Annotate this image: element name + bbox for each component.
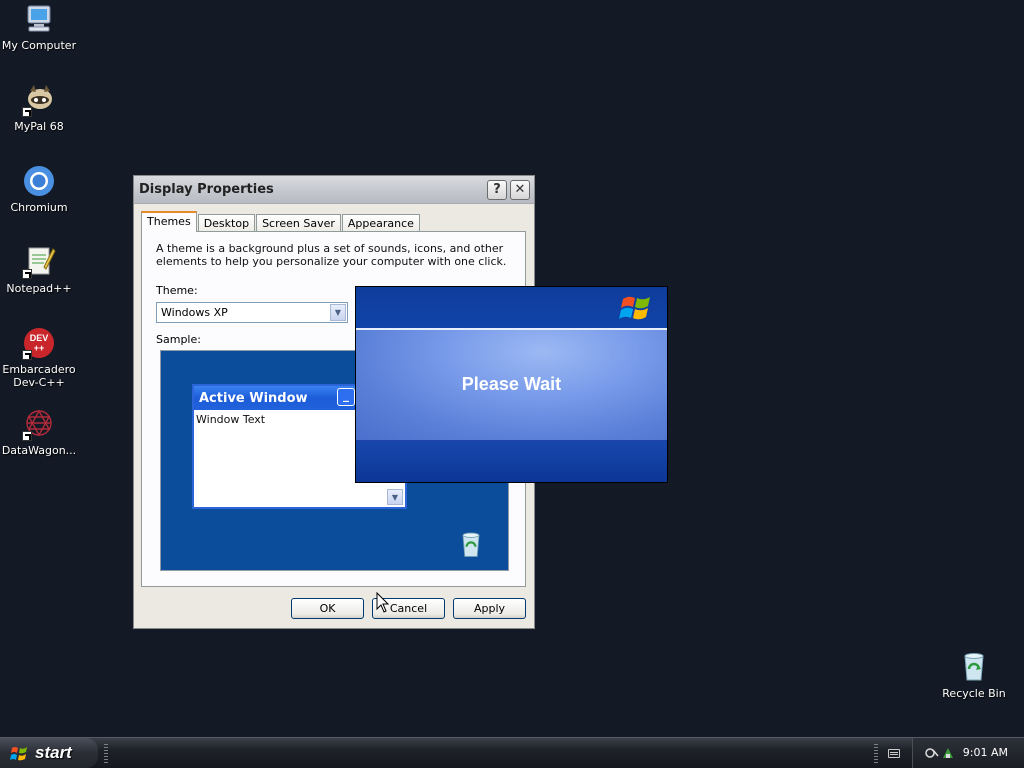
window-title: Display Properties (139, 182, 274, 197)
recycle-bin-icon (462, 532, 480, 557)
title-bar[interactable]: Display Properties ? ✕ (134, 176, 534, 204)
minimize-icon: _ (337, 388, 355, 406)
notepad-icon (22, 245, 56, 279)
sample-label: Sample: (156, 333, 201, 346)
please-wait-text: Please Wait (461, 374, 562, 394)
devcpp-icon: DEV ++ (22, 326, 56, 360)
desktop-icon-label: MyPal 68 (14, 120, 64, 133)
start-button[interactable]: start (0, 738, 98, 768)
desktop-icon-label: Recycle Bin (942, 687, 1006, 700)
taskbar-clock[interactable]: 9:01 AM (963, 746, 1008, 759)
chromium-icon (22, 164, 56, 198)
ok-button[interactable]: OK (291, 598, 364, 619)
raccoon-icon (22, 83, 56, 117)
network-icon[interactable] (925, 746, 939, 760)
shortcut-arrow-icon (22, 269, 32, 279)
shortcut-arrow-icon (22, 107, 32, 117)
desktop-icon-my-computer[interactable]: My Computer (0, 2, 78, 52)
windows-flag-icon (10, 747, 27, 761)
taskbar-grip[interactable] (874, 744, 878, 764)
recycle-bin-icon (957, 650, 991, 684)
shortcut-arrow-icon (22, 350, 32, 360)
tab-screen-saver[interactable]: Screen Saver (256, 214, 341, 232)
computer-icon (22, 2, 56, 36)
tab-strip: Themes Desktop Screen Saver Appearance (141, 211, 421, 232)
desktop-icon-label: My Computer (1, 39, 77, 52)
windows-flag-icon (619, 296, 650, 320)
help-button[interactable]: ? (487, 180, 507, 200)
system-tray: 9:01 AM (912, 738, 1024, 768)
chevron-down-icon[interactable]: ▼ (330, 304, 346, 321)
desktop-icon-datawagon[interactable]: DataWagon... (0, 407, 78, 457)
desktop-icon-label: DataWagon... (1, 444, 77, 457)
tab-desktop[interactable]: Desktop (197, 214, 256, 232)
datawagon-icon (22, 407, 56, 441)
theme-select-value: Windows XP (161, 306, 228, 319)
mouse-pointer-icon (376, 592, 390, 613)
desktop-icon-notepadpp[interactable]: Notepad++ (0, 245, 78, 295)
desktop-icon-recycle-bin[interactable]: Recycle Bin (935, 650, 1013, 700)
tab-themes[interactable]: Themes (141, 211, 197, 232)
sample-window-title-text: Active Window (199, 391, 308, 406)
desktop-icon-label: Chromium (10, 201, 68, 214)
splash-bottom-band (356, 442, 667, 482)
tab-appearance[interactable]: Appearance (341, 214, 420, 232)
apply-button[interactable]: Apply (453, 598, 526, 619)
shortcut-arrow-icon (22, 431, 32, 441)
theme-label: Theme: (156, 284, 198, 297)
taskbar-grip[interactable] (104, 744, 108, 764)
desktop-icon-chromium[interactable]: Chromium (0, 164, 78, 214)
desktop-icon-mypal[interactable]: MyPal 68 (0, 83, 78, 133)
taskbar: start 9:01 AM (0, 737, 1024, 768)
scroll-down-icon: ▼ (387, 489, 403, 505)
desktop-icon-label: Embarcadero Dev-C++ (2, 363, 76, 389)
theme-description: A theme is a background plus a set of so… (156, 242, 507, 268)
theme-select[interactable]: Windows XP ▼ (156, 302, 348, 323)
close-button[interactable]: ✕ (510, 180, 530, 200)
devcpp-badge-top: DEV (30, 333, 49, 343)
desktop-icon-devcpp[interactable]: DEV ++ Embarcadero Dev-C++ (0, 326, 78, 389)
start-label: start (35, 743, 72, 762)
please-wait-splash: Please Wait (355, 286, 668, 483)
safely-remove-hardware-icon[interactable] (941, 746, 955, 760)
desktop-icon-label: Notepad++ (6, 282, 72, 295)
keyboard-icon[interactable] (888, 749, 900, 758)
devcpp-badge-bottom: ++ (34, 343, 45, 353)
